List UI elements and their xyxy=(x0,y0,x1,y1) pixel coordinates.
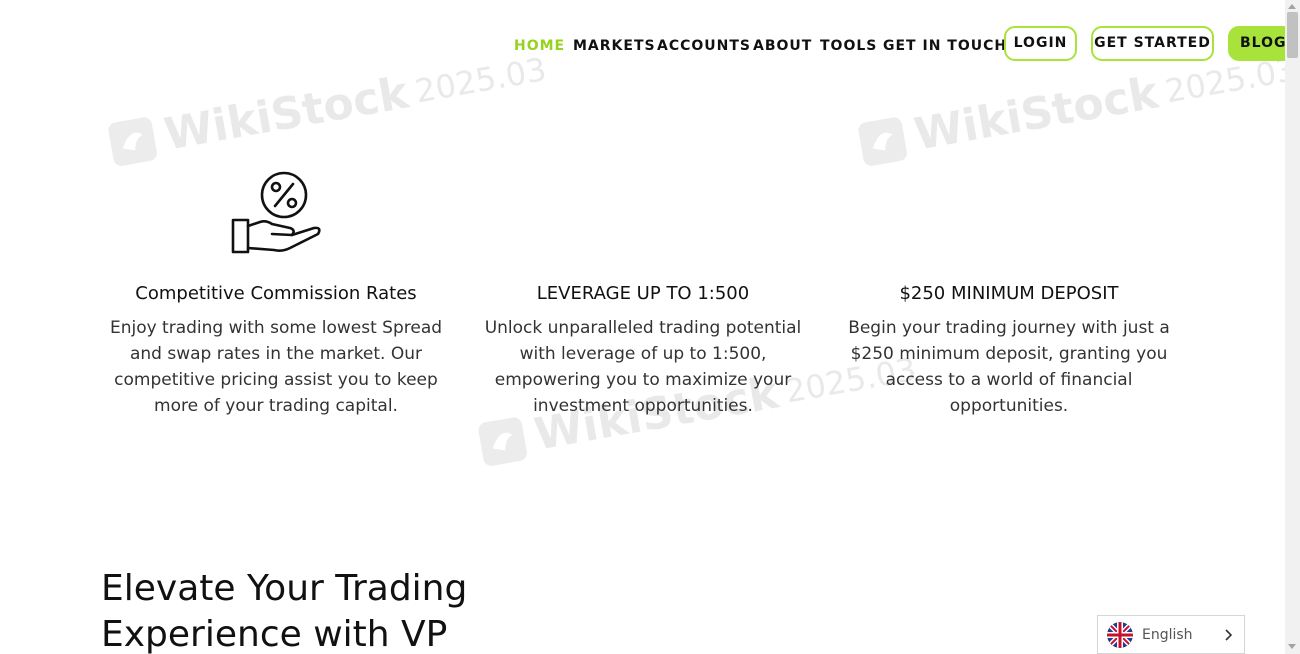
scroll-down-arrow-icon[interactable] xyxy=(1288,644,1296,649)
scrollbar-thumb[interactable] xyxy=(1287,12,1298,58)
nav-home[interactable]: HOME xyxy=(514,38,565,54)
feature-minimum-deposit: $250 MINIMUM DEPOSIT Begin your trading … xyxy=(848,282,1170,419)
scrollbar-track[interactable] xyxy=(1285,0,1300,654)
feature-text: Begin your trading journey with just a $… xyxy=(848,318,1170,416)
feature-commission: Competitive Commission Rates Enjoy tradi… xyxy=(101,282,451,419)
language-label: English xyxy=(1142,626,1193,643)
watermark-logo-icon xyxy=(478,416,527,466)
watermark-logo-icon xyxy=(858,116,907,166)
uk-flag-icon xyxy=(1107,621,1133,648)
feature-title: $250 MINIMUM DEPOSIT xyxy=(899,283,1119,304)
nav-accounts[interactable]: ACCOUNTS xyxy=(657,38,751,54)
page: WikiStock 2025.03 WikiStock 2025.03 Wiki… xyxy=(0,0,1285,654)
feature-title: Competitive Commission Rates xyxy=(135,283,417,304)
nav-markets[interactable]: MARKETS xyxy=(573,38,656,54)
blog-button[interactable]: BLOG xyxy=(1228,26,1285,61)
login-button[interactable]: LOGIN xyxy=(1004,26,1077,61)
nav-get-in-touch[interactable]: GET IN TOUCH xyxy=(883,38,1007,54)
feature-text: Enjoy trading with some lowest Spread an… xyxy=(109,318,443,416)
section-heading: Elevate Your Trading Experience with VP xyxy=(101,568,468,654)
scroll-up-arrow-icon[interactable] xyxy=(1288,4,1296,9)
nav-tools[interactable]: TOOLS xyxy=(820,38,877,54)
language-selector[interactable]: English xyxy=(1097,615,1245,654)
hand-percent-icon xyxy=(231,171,321,254)
main-nav: HOME MARKETS ACCOUNTS ABOUT TOOLS GET IN… xyxy=(0,26,1285,64)
watermark-logo-icon xyxy=(108,116,157,166)
feature-text: Unlock unparalleled trading potential wi… xyxy=(484,318,802,416)
nav-about[interactable]: ABOUT xyxy=(753,38,812,54)
chevron-right-icon xyxy=(1225,628,1232,641)
feature-title: LEVERAGE UP TO 1:500 xyxy=(536,283,750,304)
feature-leverage: LEVERAGE UP TO 1:500 Unlock unparalleled… xyxy=(467,282,819,419)
get-started-button[interactable]: GET STARTED xyxy=(1091,26,1214,61)
